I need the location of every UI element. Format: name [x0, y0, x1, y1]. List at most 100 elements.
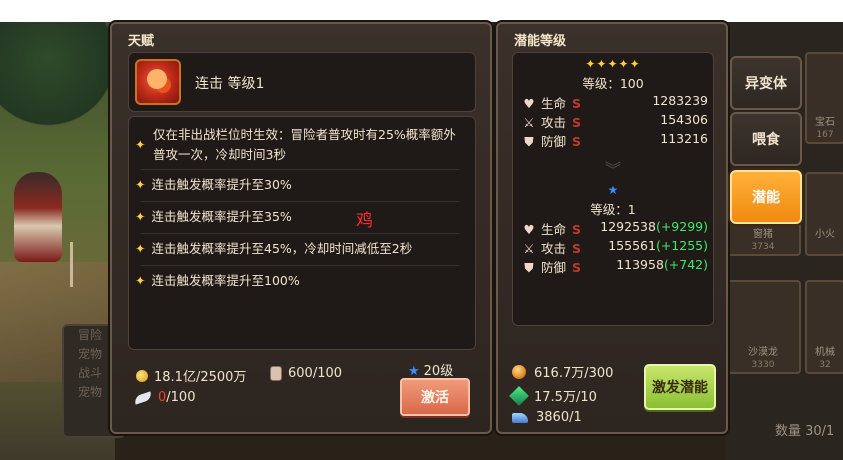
tab-mutation[interactable]: 异变体 [730, 56, 802, 110]
list-item: ✦ 仅在非出战栏位时生效：冒险者普攻时有25%概率额外普攻一次，冷却时间3秒 [135, 125, 465, 165]
rank-stars-icon: ✦✦✦✦✦ [585, 57, 641, 71]
stat-grade: S [572, 260, 582, 275]
pet-card-label: 宝石 [815, 117, 835, 128]
pet-card-count: 3734 [751, 242, 775, 252]
list-item: ✦ 连击触发概率提升至30% [135, 175, 465, 195]
stat-grade: S [572, 222, 582, 237]
stat-row: ⛊ 防御 S 113216 [523, 131, 708, 149]
sword-icon: ⚔ [523, 241, 535, 256]
stat-label: 防御 [541, 134, 567, 149]
stat-grade: S [572, 96, 582, 111]
sword-icon: ⚔ [523, 115, 535, 130]
effect-text: 连击触发概率提升至45%，冷却时间减低至2秒 [151, 241, 413, 256]
pet-card-count: 167 [816, 130, 834, 140]
current-level: 等级：100 [582, 76, 644, 91]
stat-number: 113958 [616, 257, 664, 272]
shoe-icon [512, 412, 528, 423]
potential-panel: 潜能等级 ✦✦✦✦✦ 等级：100 ♥ 生命 S 1283239 ⚔ 攻击 S 1543… [496, 22, 728, 434]
level-requirement: ★ 20级 [408, 360, 453, 379]
panel-title: 天赋 [128, 34, 155, 49]
stat-number: 1292538 [600, 219, 656, 234]
stat-grade: S [572, 241, 582, 256]
stat-grade: S [572, 134, 582, 149]
stat-label: 攻击 [541, 241, 567, 256]
tab-potential[interactable]: 潜能 [730, 170, 802, 224]
awaken-potential-button[interactable]: 激发潜能 [644, 364, 716, 410]
stat-label: 防御 [541, 260, 567, 275]
effect-text: 连击触发概率提升至100% [151, 273, 300, 288]
star-icon: ✦ [135, 137, 146, 152]
talent-panel: 天赋 连击 等级1 ✦ 仅在非出战栏位时生效：冒险者普攻时有25%概率额外普攻一… [110, 22, 492, 434]
feather-resource: 0/100 [133, 390, 196, 405]
heart-icon: ♥ [523, 96, 535, 111]
pet-card-label: 沙漠龙 [748, 347, 778, 358]
list-item: ✦ 连击触发概率提升至35% [135, 207, 465, 227]
orb-resource: 616.7万/300 [512, 362, 613, 381]
divider [141, 169, 459, 170]
potential-stats: ✦✦✦✦✦ 等级：100 ♥ 生命 S 1283239 ⚔ 攻击 S 154306 ⛊ 防… [512, 52, 714, 326]
star-icon: ✦ [135, 177, 146, 192]
next-level: 等级：1 [590, 202, 636, 217]
stat-grade: S [572, 115, 582, 130]
stat-value: 154306 [660, 112, 708, 127]
pet-card-label: 机械 [815, 347, 835, 358]
gem-amount: 17.5万/10 [534, 390, 597, 405]
combo-skill-icon [135, 59, 181, 105]
stat-delta: (+1255) [655, 238, 708, 253]
pet-card-count: 32 [819, 360, 831, 370]
shield-icon: ⛊ [524, 134, 534, 149]
feather-icon [133, 390, 153, 405]
activate-button[interactable]: 激活 [400, 378, 470, 416]
pet-card-count: 3330 [751, 360, 775, 370]
effect-text: 仅在非出战栏位时生效：冒险者普攻时有25%概率额外普攻一次，冷却时间3秒 [153, 127, 456, 162]
blue-star-icon: ★ [408, 364, 420, 379]
stat-row: ⚔ 攻击 S 155561(+1255) [523, 238, 708, 256]
tree-decoration [0, 22, 120, 142]
gold-resource: 18.1亿/2500万 [136, 366, 246, 385]
orb-amount: 616.7万/300 [534, 366, 614, 381]
level-requirement-text: 20级 [423, 364, 454, 379]
star-icon: ✦ [135, 273, 146, 288]
pet-card: 机械 32 [805, 280, 843, 374]
list-item: ✦ 连击触发概率提升至45%，冷却时间减低至2秒 [135, 239, 465, 259]
jar-amount: 600/100 [288, 366, 343, 381]
stat-row: ⛊ 防御 S 113958(+742) [523, 257, 708, 275]
stat-value: 1283239 [652, 93, 708, 108]
divider [141, 265, 459, 266]
gold-amount: 18.1亿/2500万 [154, 370, 247, 385]
gem-resource: 17.5万/10 [509, 385, 597, 406]
gem-icon [509, 385, 529, 406]
star-icon: ✦ [135, 241, 146, 256]
orb-icon [512, 364, 526, 379]
effect-text: 连击触发概率提升至30% [151, 177, 292, 192]
blue-star-icon: ★ [607, 183, 619, 197]
tab-feed[interactable]: 喂食 [730, 112, 802, 166]
heart-icon: ♥ [523, 222, 535, 237]
stat-label: 攻击 [541, 115, 567, 130]
shoe-resource: 3860/1 [512, 410, 582, 425]
stat-delta: (+9299) [655, 219, 708, 234]
pet-card-label: 窗猪 [753, 229, 773, 240]
effect-text: 连击触发概率提升至35% [151, 209, 292, 224]
skill-name: 连击 等级1 [195, 76, 265, 92]
skill-header: 连击 等级1 [128, 52, 476, 112]
panel-title: 潜能等级 [514, 34, 567, 49]
pet-card: 小火 [805, 172, 843, 256]
pet-card: 宝石 167 [805, 52, 843, 144]
hero-character [14, 172, 62, 262]
pet-card-label: 小火 [815, 229, 835, 240]
watermark-text: 鸡 [356, 211, 373, 231]
stat-value: 113958(+742) [616, 257, 708, 272]
stat-delta: (+742) [663, 257, 708, 272]
chevron-down-icon: ︾ [604, 160, 621, 179]
stat-number: 155561 [608, 238, 656, 253]
coin-icon [136, 369, 148, 382]
stat-label: 生命 [541, 96, 567, 111]
star-icon: ✦ [135, 209, 146, 224]
stat-row: ⚔ 攻击 S 154306 [523, 112, 708, 130]
stat-row: ♥ 生命 S 1283239 [523, 93, 708, 111]
feather-required: /100 [166, 390, 196, 405]
divider [141, 201, 459, 202]
jar-resource: 600/100 [270, 366, 342, 381]
shoe-amount: 3860/1 [536, 410, 582, 425]
